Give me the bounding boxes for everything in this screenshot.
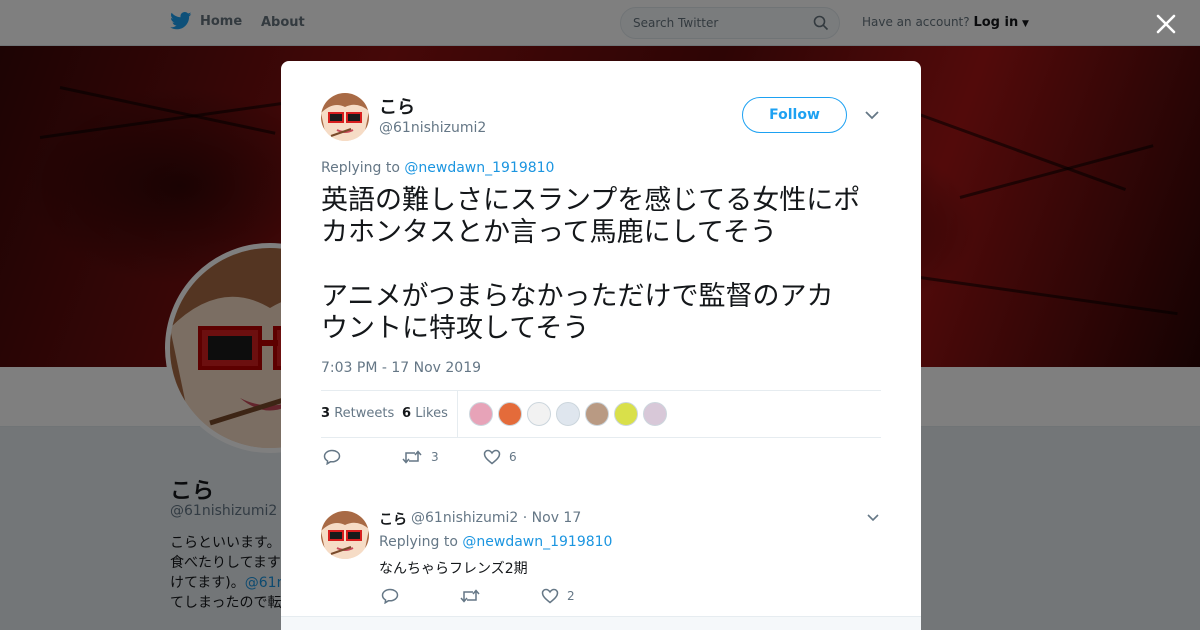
chevron-down-icon[interactable] xyxy=(866,513,880,523)
close-icon[interactable] xyxy=(1155,13,1177,35)
reply-like-count: 2 xyxy=(567,589,575,603)
liker-avatar[interactable] xyxy=(585,402,609,426)
liker-avatar[interactable] xyxy=(556,402,580,426)
tweet-actions: 3 6 xyxy=(321,449,621,471)
reply-actions: 2 xyxy=(381,588,601,608)
tweet-text: 英語の難しさにスランプを感じてる女性にポ カホンタスとか言って馬鹿にしてそう ア… xyxy=(321,185,886,345)
retweet-action-count: 3 xyxy=(431,450,439,464)
liker-avatar[interactable] xyxy=(614,402,638,426)
section-divider xyxy=(281,487,921,499)
like-button[interactable]: 2 xyxy=(541,588,575,604)
likes-stat[interactable]: 6 Likes xyxy=(402,406,448,421)
reply-icon xyxy=(323,449,341,465)
retweet-icon xyxy=(402,450,422,464)
retweets-stat[interactable]: 3 Retweets xyxy=(321,406,394,421)
reply-author-avatar[interactable] xyxy=(321,511,369,559)
tweet-text-line: アニメがつまらなかっただけで監督のアカ xyxy=(321,281,834,312)
reply-author-name[interactable]: こら xyxy=(379,509,407,529)
liker-avatar[interactable] xyxy=(498,402,522,426)
stats-divider xyxy=(457,391,458,437)
heart-icon xyxy=(541,588,559,604)
reply-author-handle[interactable]: @61nishizumi2 xyxy=(411,510,518,526)
retweet-button[interactable]: 3 xyxy=(401,449,439,465)
meta-separator: · xyxy=(522,510,528,526)
modal-footer xyxy=(281,616,921,630)
liker-avatar[interactable] xyxy=(643,402,667,426)
like-button[interactable]: 6 xyxy=(483,449,517,465)
tweet-timestamp[interactable]: 7:03 PM - 17 Nov 2019 xyxy=(321,360,481,376)
retweet-button[interactable] xyxy=(459,588,481,604)
chevron-down-icon[interactable] xyxy=(864,109,880,121)
heart-icon xyxy=(483,449,501,465)
reply-text: なんちゃらフレンズ2期 xyxy=(379,561,528,577)
avatar-illustration xyxy=(321,93,369,141)
reply-date[interactable]: Nov 17 xyxy=(532,510,582,526)
retweet-count: 3 xyxy=(321,406,331,421)
replying-to-mention[interactable]: @newdawn_1919810 xyxy=(404,160,554,176)
reply-button[interactable] xyxy=(323,449,341,465)
tweet-text-line: ウントに特攻してそう xyxy=(321,313,590,344)
author-name[interactable]: こら xyxy=(379,93,415,119)
replying-to-mention[interactable]: @newdawn_1919810 xyxy=(462,534,612,550)
reply-button[interactable] xyxy=(381,588,399,604)
liker-avatars xyxy=(469,402,667,426)
like-count: 6 xyxy=(402,406,412,421)
reply-replying-to: Replying to @newdawn_1919810 xyxy=(379,534,612,550)
retweet-icon xyxy=(460,589,480,603)
replying-to: Replying to @newdawn_1919810 xyxy=(321,160,554,176)
likes-label: Likes xyxy=(415,406,448,421)
author-avatar[interactable] xyxy=(321,93,369,141)
author-handle[interactable]: @61nishizumi2 xyxy=(379,120,486,136)
replying-to-label: Replying to xyxy=(321,160,400,176)
avatar-illustration xyxy=(321,511,369,559)
reply-icon xyxy=(381,588,399,604)
replying-to-label: Replying to xyxy=(379,534,458,550)
reply-meta: @61nishizumi2 · Nov 17 xyxy=(411,510,581,526)
retweets-label: Retweets xyxy=(334,406,395,421)
tweet-text-line: 英語の難しさにスランプを感じてる女性にポ xyxy=(321,185,861,216)
tweet-stats: 3 Retweets 6 Likes xyxy=(321,390,881,438)
tweet-modal: こら @61nishizumi2 Follow Replying to @new… xyxy=(281,61,921,630)
follow-button[interactable]: Follow xyxy=(742,97,847,133)
liker-avatar[interactable] xyxy=(469,402,493,426)
like-action-count: 6 xyxy=(509,450,517,464)
tweet-text-line xyxy=(321,249,886,281)
liker-avatar[interactable] xyxy=(527,402,551,426)
tweet-text-line: カホンタスとか言って馬鹿にしてそう xyxy=(321,217,778,248)
